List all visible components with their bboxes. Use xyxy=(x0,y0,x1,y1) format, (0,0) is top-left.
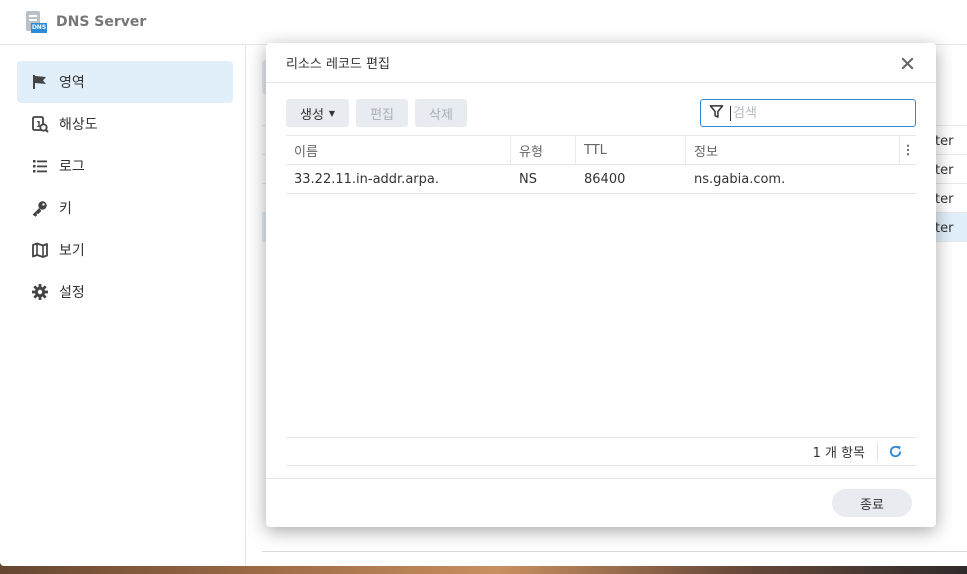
dialog-header: 리소스 레코드 편집 xyxy=(266,43,936,83)
background-cell: ter xyxy=(935,163,954,178)
sidebar-item-label: 설정 xyxy=(59,285,85,301)
cell-ttl: 86400 xyxy=(584,171,626,187)
dialog-footer: 종료 xyxy=(266,478,936,527)
key-icon xyxy=(31,199,49,217)
app-title: DNS Server xyxy=(56,14,147,30)
sidebar-item-zones[interactable]: 영역 xyxy=(17,61,233,103)
search-input[interactable] xyxy=(730,105,900,121)
column-header-name[interactable]: 이름 xyxy=(286,136,511,164)
list-icon xyxy=(31,157,49,175)
filter-icon xyxy=(709,104,724,123)
delete-button[interactable]: 삭제 xyxy=(415,99,467,127)
search-box[interactable] xyxy=(700,99,916,127)
sidebar-item-label: 키 xyxy=(59,201,72,217)
sidebar-item-settings[interactable]: 설정 xyxy=(17,271,233,313)
title-bar: DNS DNS Server xyxy=(0,0,967,45)
sidebar-item-log[interactable]: 로그 xyxy=(17,145,233,187)
sidebar-item-label: 영역 xyxy=(59,75,85,91)
sidebar-item-label: 보기 xyxy=(59,243,85,259)
background-cell: ter xyxy=(935,221,954,236)
background-footer-divider xyxy=(262,551,967,552)
create-button[interactable]: 생성 ▼ xyxy=(286,99,350,127)
column-header-info[interactable]: 정보 xyxy=(686,136,900,164)
sidebar-item-resolution[interactable]: 1 해상도 xyxy=(17,103,233,145)
sidebar-item-key[interactable]: 키 xyxy=(17,187,233,229)
footer-separator xyxy=(877,442,878,461)
dialog-title: 리소스 레코드 편집 xyxy=(286,57,390,72)
resolution-icon: 1 xyxy=(31,115,49,133)
refresh-icon[interactable] xyxy=(886,443,904,461)
background-cell: ter xyxy=(935,192,954,207)
background-cell: ter xyxy=(935,134,954,149)
sidebar-item-label: 로그 xyxy=(59,159,85,175)
create-button-label: 생성 xyxy=(300,107,324,123)
record-table: 이름 유형 TTL 정보 33.22.11.in-addr.arpa. NS 8… xyxy=(286,135,916,194)
record-toolbar: 생성 ▼ 편집 삭제 xyxy=(286,99,467,127)
gear-icon xyxy=(31,283,49,301)
column-menu-icon[interactable] xyxy=(900,136,916,164)
flag-icon xyxy=(31,73,49,91)
edit-resource-record-dialog: 리소스 레코드 편집 생성 ▼ 편집 삭제 이름 유형 TTL 정보 33.22… xyxy=(266,43,936,527)
close-icon[interactable] xyxy=(898,54,916,72)
column-header-ttl[interactable]: TTL xyxy=(576,136,686,164)
caret-down-icon: ▼ xyxy=(328,108,336,118)
item-count: 1 개 항목 xyxy=(812,446,865,461)
dns-server-app-icon: DNS xyxy=(24,11,47,33)
map-icon xyxy=(31,241,49,259)
column-header-type[interactable]: 유형 xyxy=(511,136,576,164)
table-footer: 1 개 항목 xyxy=(286,437,916,466)
cell-name: 33.22.11.in-addr.arpa. xyxy=(294,171,439,187)
edit-button[interactable]: 편집 xyxy=(356,99,408,127)
sidebar-item-label: 해상도 xyxy=(59,117,98,133)
sidebar: 영역 1 해상도 로그 키 보기 설정 xyxy=(0,45,246,566)
table-row[interactable]: 33.22.11.in-addr.arpa. NS 86400 ns.gabia… xyxy=(286,165,916,194)
close-button[interactable]: 종료 xyxy=(832,489,912,517)
sidebar-item-view[interactable]: 보기 xyxy=(17,229,233,271)
table-header: 이름 유형 TTL 정보 xyxy=(286,135,916,165)
cell-info: ns.gabia.com. xyxy=(694,171,786,187)
cell-type: NS xyxy=(519,171,537,187)
